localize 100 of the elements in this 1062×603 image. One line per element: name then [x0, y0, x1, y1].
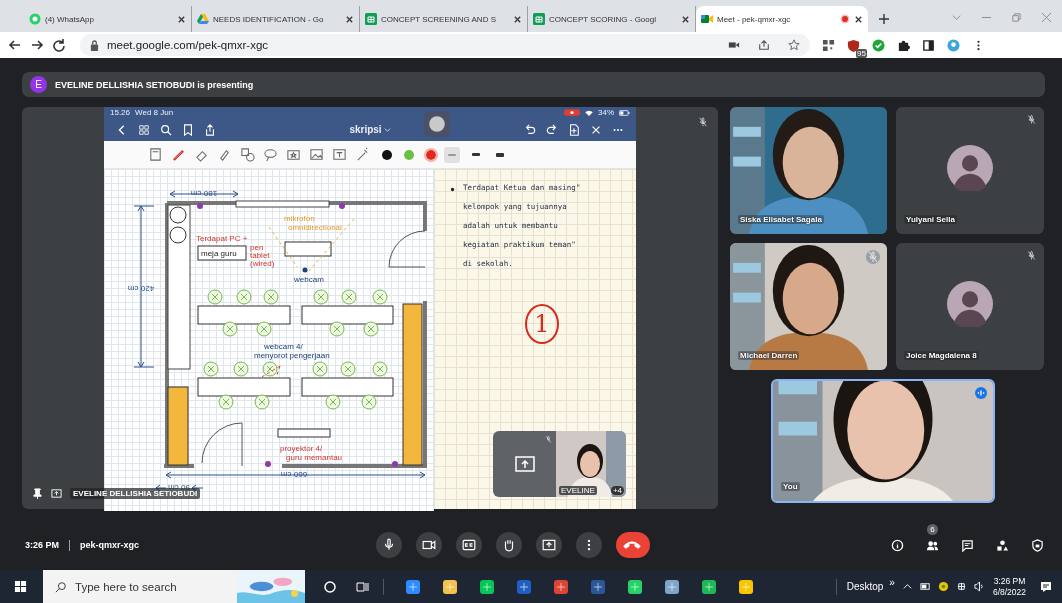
lasso-icon[interactable]	[263, 147, 278, 162]
seat-mark	[207, 289, 223, 305]
people-count: 6	[927, 523, 938, 535]
highlighter-icon[interactable]	[217, 147, 232, 162]
status-icon[interactable]	[937, 581, 949, 592]
sheet-icon	[533, 13, 545, 25]
text-box-icon[interactable]	[332, 147, 347, 162]
microphone-button[interactable]	[376, 532, 403, 558]
app-icon[interactable]	[516, 578, 532, 595]
battery-icon[interactable]	[919, 581, 931, 592]
webcam-dot	[302, 267, 308, 273]
share-icon[interactable]	[204, 123, 216, 136]
search-icon	[55, 580, 67, 593]
projector-screen	[277, 428, 331, 438]
seat-mark	[263, 289, 279, 305]
star-icon[interactable]	[788, 39, 800, 51]
seat-mark	[218, 394, 234, 410]
profile-avatar[interactable]	[947, 38, 960, 52]
close-icon[interactable]	[177, 14, 186, 24]
camera-icon[interactable]	[728, 39, 740, 51]
cortana-icon[interactable]	[323, 579, 337, 594]
bookmark-icon[interactable]	[182, 123, 194, 136]
image-icon[interactable]	[309, 147, 324, 162]
address-bar[interactable]: meet.google.com/pek-qmxr-xgc	[80, 34, 810, 56]
back-icon[interactable]	[8, 38, 22, 52]
search-field[interactable]: Type here to search	[75, 575, 237, 598]
reload-icon[interactable]	[52, 38, 66, 52]
toolbar-overflow[interactable]: »	[889, 577, 895, 588]
close-icon[interactable]	[681, 14, 690, 24]
forward-icon[interactable]	[30, 38, 44, 52]
search-bar[interactable]: Type here to search	[43, 570, 305, 603]
seat-mark	[222, 321, 238, 337]
seat-mark	[312, 361, 328, 377]
dimension-label: 420 cm	[127, 284, 155, 293]
close-icon[interactable]	[854, 14, 863, 24]
present-button[interactable]	[536, 532, 563, 558]
seat-mark	[325, 394, 341, 410]
desk	[197, 245, 247, 261]
desk	[284, 241, 332, 257]
pin-icon[interactable]	[32, 488, 43, 499]
camera-button[interactable]	[416, 532, 443, 558]
circled-number: 1	[525, 304, 559, 344]
color-swatch[interactable]	[426, 149, 436, 160]
triangle-icon	[197, 13, 209, 25]
side-panel-icon[interactable]	[922, 38, 935, 52]
dimension-line	[155, 484, 204, 492]
marker-dot	[339, 203, 345, 209]
assistive-touch-button[interactable]	[424, 111, 450, 137]
status-date: Wed 8 Jun	[135, 107, 174, 118]
add-page-icon[interactable]	[568, 123, 580, 136]
more-count[interactable]: +4	[610, 486, 624, 495]
share-icon[interactable]	[758, 39, 770, 51]
sink	[169, 226, 187, 244]
presenting-text: EVELINE DELLISHIA SETIOBUDI is presenting	[55, 79, 254, 90]
qr-icon[interactable]	[822, 38, 835, 52]
laser-pointer-icon[interactable]	[355, 147, 370, 162]
extension-badge: 95	[856, 48, 867, 58]
captions-icon	[462, 538, 477, 552]
task-view-icon[interactable]	[355, 579, 369, 594]
document-title[interactable]: skripsi	[349, 124, 382, 135]
seat-mark	[256, 321, 272, 337]
page-icon[interactable]	[148, 147, 163, 162]
redo-icon[interactable]	[546, 123, 558, 136]
battery-icon	[619, 109, 630, 116]
activities-icon[interactable]	[996, 538, 1009, 552]
sink	[169, 206, 187, 224]
undo-icon[interactable]	[524, 123, 536, 136]
new-tab-icon[interactable]	[878, 13, 890, 25]
caret-icon[interactable]	[901, 581, 913, 592]
speaker-icon[interactable]	[973, 581, 985, 592]
captions-button[interactable]	[456, 532, 483, 558]
shapes-icon[interactable]	[240, 147, 255, 162]
grid-icon[interactable]	[138, 123, 150, 136]
seat-mark	[340, 361, 356, 377]
chat-icon[interactable]	[961, 538, 974, 552]
raise-hand-button[interactable]	[496, 532, 523, 558]
sticker-icon[interactable]	[286, 147, 301, 162]
url-text: meet.google.com/pek-qmxr-xgc	[107, 39, 269, 51]
puzzle-icon[interactable]	[897, 38, 910, 52]
check-icon[interactable]	[872, 38, 885, 52]
shield-lock-icon[interactable]	[1031, 538, 1044, 552]
seat-mark	[203, 361, 219, 377]
seat-mark	[341, 289, 357, 305]
end-call-button[interactable]	[616, 532, 651, 558]
people-icon[interactable]	[926, 538, 939, 552]
search-icon[interactable]	[160, 123, 172, 136]
pen-icon[interactable]	[171, 147, 186, 162]
color-swatch[interactable]	[404, 149, 414, 160]
close-icon[interactable]	[345, 14, 354, 24]
notification-icon[interactable]	[1040, 580, 1052, 593]
info-icon[interactable]	[891, 538, 904, 552]
status-time: 15.26	[110, 107, 131, 118]
clock[interactable]: 3:26 PM 6/8/2022	[992, 575, 1026, 598]
browser-tab[interactable]: Meet - pek-qmxr-xgc	[696, 6, 868, 32]
shield-icon[interactable]	[847, 38, 860, 52]
close-icon[interactable]	[513, 14, 522, 24]
start-button[interactable]	[14, 580, 27, 593]
desktop-toolbar[interactable]: Desktop	[846, 581, 884, 592]
seat-mark	[361, 394, 377, 410]
color-swatch[interactable]	[382, 149, 392, 160]
